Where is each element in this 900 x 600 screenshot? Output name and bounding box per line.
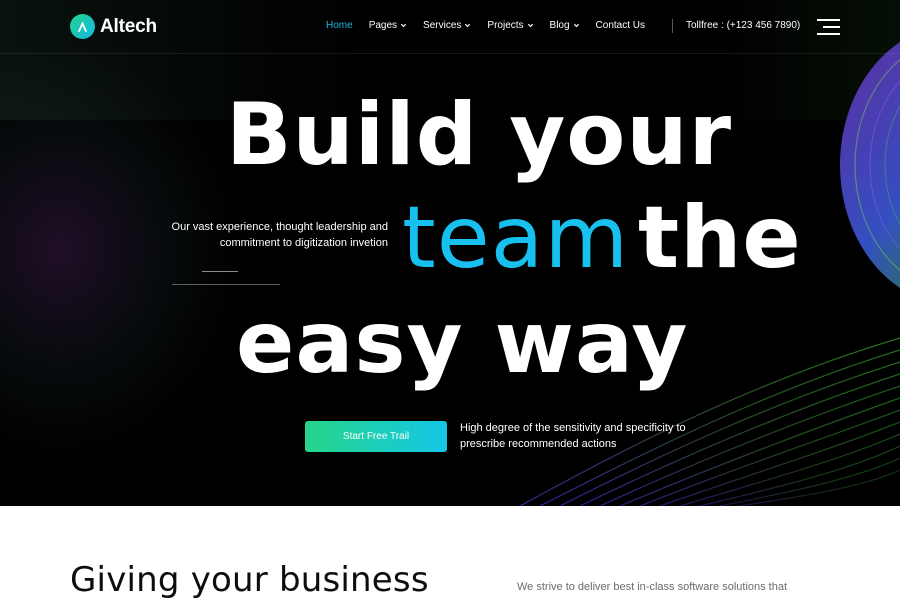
nav-item-label: Contact Us (595, 20, 646, 31)
nav-item-home[interactable]: Home (326, 20, 353, 31)
logo-a-mark-icon (70, 14, 95, 39)
nav-item-contact-us[interactable]: Contact Us (596, 20, 645, 31)
hero-side-text: Our vast experience, thought leadership … (171, 221, 388, 249)
headline-highlight: team (402, 188, 630, 288)
cta-description: High degree of the sensitivity and speci… (460, 422, 686, 450)
decorative-divider-long (172, 284, 280, 285)
nav-item-blog[interactable]: Blog (550, 20, 580, 31)
nav-item-label: Projects (487, 20, 524, 31)
chevron-down-icon (465, 23, 471, 28)
decorative-divider-short (202, 271, 238, 272)
about-text: We strive to deliver best in-class softw… (517, 581, 788, 593)
main-nav: Home Pages Services Projects Blog Contac… (326, 20, 661, 31)
nav-item-pages[interactable]: Pages (369, 20, 407, 31)
chevron-down-icon (573, 23, 579, 28)
tollfree-phone-link[interactable]: Tollfree : (+123 456 7890) (686, 20, 800, 31)
chevron-down-icon (400, 23, 407, 28)
nav-item-label: Pages (368, 20, 398, 31)
start-free-trial-button[interactable]: Start Free Trail (305, 421, 447, 452)
nav-item-projects[interactable]: Projects (487, 20, 533, 31)
brand-logo[interactable]: Altech (70, 14, 157, 39)
about-section: Giving your business We strive to delive… (0, 506, 900, 600)
nav-item-services[interactable]: Services (423, 20, 471, 31)
site-header: Altech Home Pages Services Projects Blog (0, 0, 900, 54)
about-title: Giving your business (70, 560, 429, 600)
globe-shape (840, 42, 900, 288)
hamburger-menu-icon[interactable] (817, 19, 840, 35)
nav-divider (672, 19, 673, 33)
hero-section: Altech Home Pages Services Projects Blog (0, 0, 900, 506)
headline-line-3: easy way (236, 293, 689, 393)
nav-item-label: Home (326, 20, 353, 31)
headline-line-2-rest: the (638, 188, 802, 288)
nav-item-label: Services (423, 20, 462, 31)
headline-line-1: Build your (226, 85, 733, 185)
chevron-down-icon (527, 23, 533, 28)
brand-name: Altech (100, 15, 157, 37)
nav-item-label: Blog (549, 20, 570, 31)
